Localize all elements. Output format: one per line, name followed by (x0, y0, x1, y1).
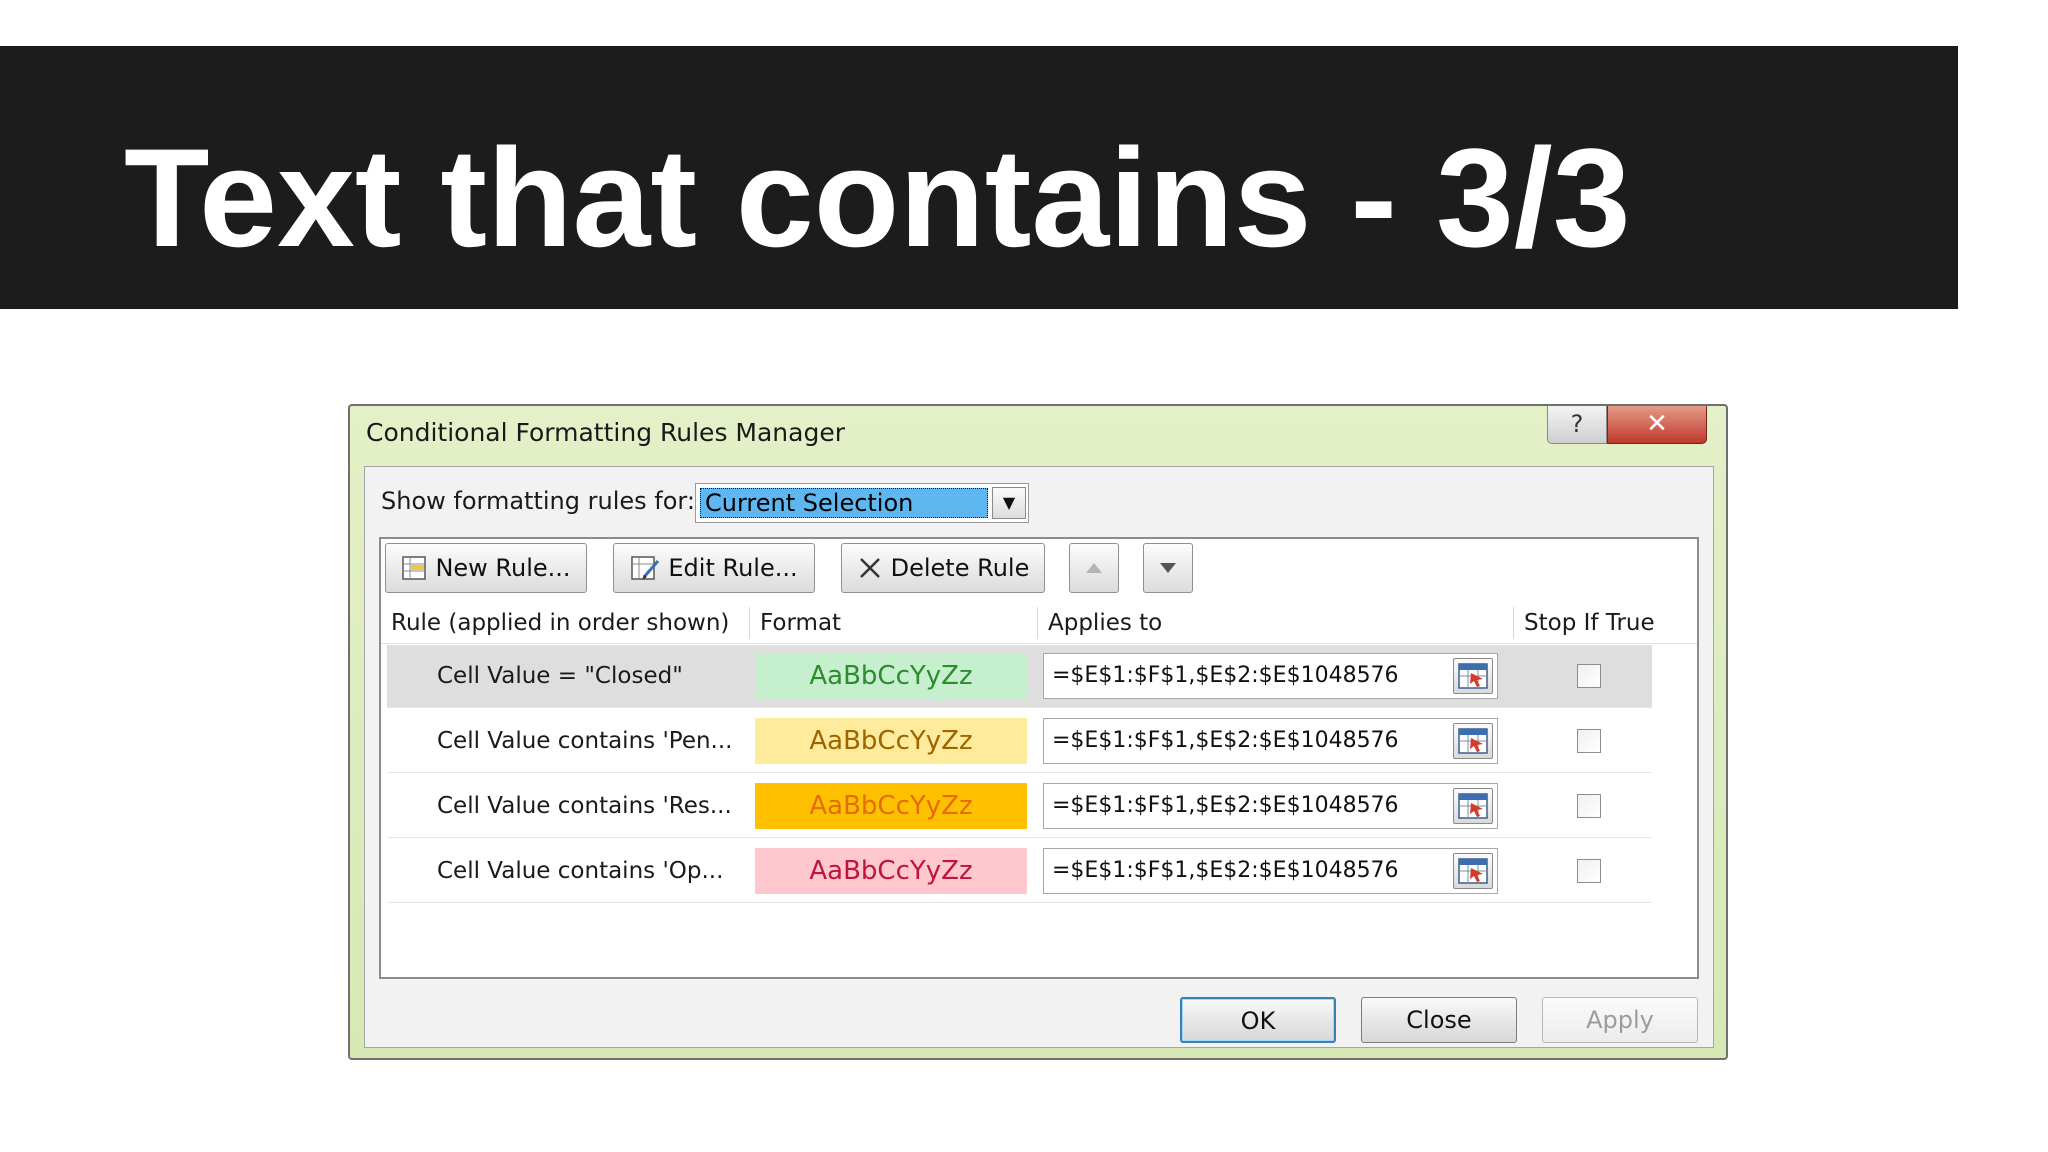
stop-if-true-checkbox[interactable] (1577, 794, 1601, 818)
rule-name: Cell Value contains 'Op... (437, 858, 724, 884)
dialog-body: Show formatting rules for: Current Selec… (364, 466, 1714, 1048)
applies-to-input[interactable]: =$E$1:$F$1,$E$2:$E$1048576 (1043, 718, 1498, 764)
rule-name: Cell Value = "Closed" (437, 663, 683, 689)
slide-title: Text that contains - 3/3 (124, 119, 1631, 276)
triangle-up-icon (1086, 563, 1102, 573)
applies-to-value: =$E$1:$F$1,$E$2:$E$1048576 (1052, 793, 1399, 818)
range-select-icon (1458, 858, 1488, 884)
column-rule[interactable]: Rule (applied in order shown) (381, 607, 749, 639)
column-format[interactable]: Format (749, 607, 1037, 639)
range-select-icon (1458, 728, 1488, 754)
format-preview: AaBbCcYyZz (755, 718, 1027, 764)
new-rule-icon (402, 556, 427, 580)
help-button[interactable]: ? (1547, 406, 1607, 444)
range-picker-button[interactable] (1453, 658, 1493, 694)
rules-header: Rule (applied in order shown) Format App… (381, 603, 1697, 644)
delete-rule-label: Delete Rule (890, 554, 1030, 582)
stop-if-true-checkbox[interactable] (1577, 664, 1601, 688)
applies-to-value: =$E$1:$F$1,$E$2:$E$1048576 (1052, 728, 1399, 753)
apply-button[interactable]: Apply (1542, 997, 1698, 1043)
edit-rule-button[interactable]: Edit Rule... (613, 543, 815, 593)
range-picker-button[interactable] (1453, 723, 1493, 759)
triangle-down-icon (1160, 563, 1176, 573)
delete-icon (859, 558, 880, 578)
close-button[interactable]: Close (1361, 997, 1517, 1043)
range-select-icon (1458, 793, 1488, 819)
move-up-button[interactable] (1069, 543, 1119, 593)
applies-to-value: =$E$1:$F$1,$E$2:$E$1048576 (1052, 663, 1399, 688)
rule-row[interactable]: Cell Value contains 'Pen... AaBbCcYyZz =$E… (387, 710, 1652, 773)
new-rule-button[interactable]: New Rule... (385, 543, 587, 593)
applies-to-input[interactable]: =$E$1:$F$1,$E$2:$E$1048576 (1043, 848, 1498, 894)
rule-row[interactable]: Cell Value contains 'Res... AaBbCcYyZz =$E… (387, 775, 1652, 838)
new-rule-label: New Rule... (435, 554, 571, 582)
range-picker-button[interactable] (1453, 788, 1493, 824)
conditional-formatting-dialog: Conditional Formatting Rules Manager ? ✕… (348, 404, 1728, 1060)
column-applies-to[interactable]: Applies to (1037, 607, 1513, 639)
ok-button[interactable]: OK (1180, 997, 1336, 1043)
close-window-button[interactable]: ✕ (1607, 406, 1707, 444)
show-rules-value: Current Selection (700, 488, 988, 518)
range-select-icon (1458, 663, 1488, 689)
edit-rule-icon (631, 556, 660, 580)
applies-to-input[interactable]: =$E$1:$F$1,$E$2:$E$1048576 (1043, 653, 1498, 699)
rules-panel: New Rule... Edit Rule... Delete Rule Rul… (379, 537, 1699, 979)
format-preview: AaBbCcYyZz (755, 783, 1027, 829)
move-down-button[interactable] (1143, 543, 1193, 593)
show-rules-label: Show formatting rules for: (381, 487, 695, 515)
stop-if-true-checkbox[interactable] (1577, 729, 1601, 753)
applies-to-value: =$E$1:$F$1,$E$2:$E$1048576 (1052, 858, 1399, 883)
range-picker-button[interactable] (1453, 853, 1493, 889)
rule-name: Cell Value contains 'Pen... (437, 728, 733, 754)
dialog-title: Conditional Formatting Rules Manager (366, 418, 845, 447)
format-preview: AaBbCcYyZz (755, 653, 1027, 699)
column-stop-if-true[interactable]: Stop If True (1513, 607, 1663, 639)
format-preview: AaBbCcYyZz (755, 848, 1027, 894)
edit-rule-label: Edit Rule... (668, 554, 798, 582)
stop-if-true-checkbox[interactable] (1577, 859, 1601, 883)
rule-name: Cell Value contains 'Res... (437, 793, 732, 819)
rule-row[interactable]: Cell Value = "Closed" AaBbCcYyZz =$E$1:$F$… (387, 645, 1652, 708)
rule-row[interactable]: Cell Value contains 'Op... AaBbCcYyZz =$E$… (387, 840, 1652, 903)
delete-rule-button[interactable]: Delete Rule (841, 543, 1045, 593)
show-rules-select[interactable]: Current Selection ▼ (695, 483, 1029, 523)
applies-to-input[interactable]: =$E$1:$F$1,$E$2:$E$1048576 (1043, 783, 1498, 829)
chevron-down-icon[interactable]: ▼ (992, 487, 1026, 519)
rules-toolbar: New Rule... Edit Rule... Delete Rule (381, 539, 1697, 599)
